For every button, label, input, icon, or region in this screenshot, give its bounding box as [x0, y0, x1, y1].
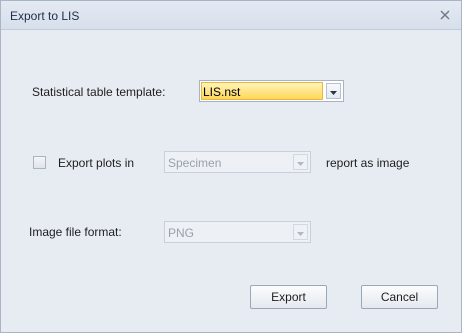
template-value: LIS.nst: [203, 85, 241, 99]
chevron-down-icon: [330, 84, 337, 98]
cancel-button[interactable]: Cancel: [361, 285, 438, 309]
export-button[interactable]: Export: [250, 285, 327, 309]
image-format-dropdown[interactable]: PNG: [164, 221, 311, 243]
export-plots-checkbox[interactable]: [33, 156, 46, 169]
window-title: Export to LIS: [10, 9, 80, 23]
title-bar: Export to LIS: [1, 1, 461, 30]
export-plots-label: Export plots in: [58, 156, 135, 170]
image-format-value: PNG: [168, 226, 195, 240]
export-dialog: Export to LIS Statistical table template…: [0, 0, 462, 333]
report-type-value: Specimen: [168, 156, 222, 170]
close-button[interactable]: [437, 7, 453, 23]
report-type-dropdown-button[interactable]: [293, 154, 308, 170]
image-format-dropdown-button[interactable]: [293, 224, 308, 240]
report-as-image-label: report as image: [326, 156, 410, 170]
close-icon: [440, 10, 450, 20]
report-type-dropdown[interactable]: Specimen: [164, 151, 311, 173]
template-dropdown[interactable]: LIS.nst: [199, 80, 344, 102]
chevron-down-icon: [297, 155, 304, 169]
image-format-label: Image file format:: [29, 225, 122, 239]
dialog-body: Statistical table template: LIS.nst Expo…: [1, 31, 461, 332]
chevron-down-icon: [297, 225, 304, 239]
template-dropdown-button[interactable]: [326, 83, 341, 99]
template-label: Statistical table template:: [32, 85, 166, 99]
